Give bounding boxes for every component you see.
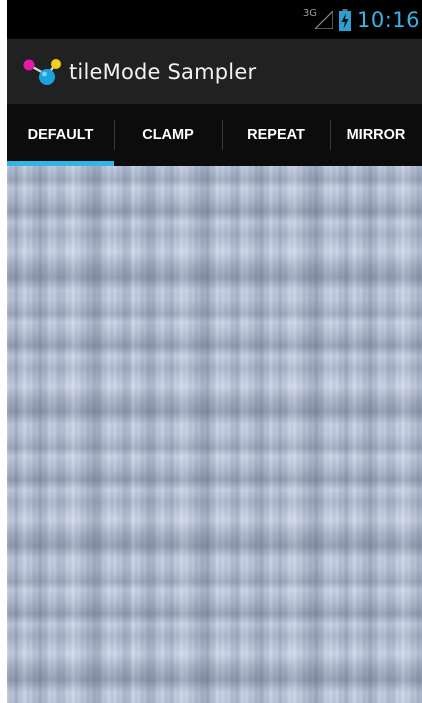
tab-label: REPEAT (247, 127, 305, 143)
signal-icon (314, 10, 333, 29)
tab-mirror[interactable]: MIRROR (330, 104, 422, 166)
tab-clamp[interactable]: CLAMP (114, 104, 222, 166)
tab-repeat[interactable]: REPEAT (222, 104, 330, 166)
battery-charging-icon (338, 8, 351, 31)
screen: 3G 10:16 tileMode Sampler DEFAULT CLAMP … (7, 0, 422, 703)
tab-divider (222, 120, 223, 150)
action-bar: tileMode Sampler (7, 39, 422, 104)
tab-divider (330, 120, 331, 150)
clock: 10:16 (356, 7, 420, 32)
tab-default[interactable]: DEFAULT (7, 104, 114, 166)
app-title: tileMode Sampler (69, 59, 257, 84)
tab-label: DEFAULT (27, 127, 94, 143)
molecule-app-icon[interactable] (21, 56, 63, 88)
device-frame: 3G 10:16 tileMode Sampler DEFAULT CLAMP … (0, 0, 422, 703)
tab-bar: DEFAULT CLAMP REPEAT MIRROR (7, 104, 422, 166)
tiled-bitmap-canvas (7, 166, 422, 703)
tab-label: MIRROR (346, 127, 406, 143)
tab-divider (114, 120, 115, 150)
network-type-label: 3G (302, 8, 317, 19)
tab-label: CLAMP (142, 127, 194, 143)
status-bar: 3G 10:16 (7, 0, 422, 39)
